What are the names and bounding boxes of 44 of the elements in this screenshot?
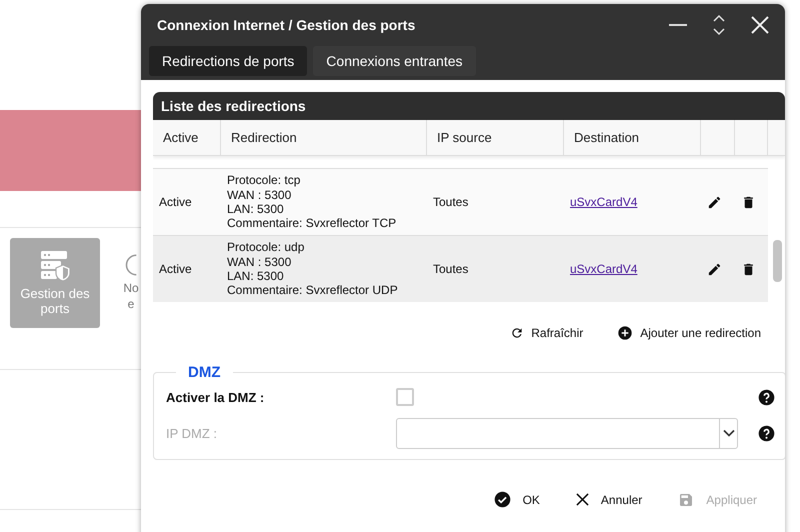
- delete-icon[interactable]: [741, 262, 756, 276]
- add-button[interactable]: Ajouter une redirection: [611, 324, 767, 342]
- table-cell-text: Toutes: [432, 195, 470, 209]
- save-icon: [678, 492, 694, 508]
- ok-button[interactable]: OK: [488, 490, 546, 509]
- tab[interactable]: Connexions entrantes: [313, 46, 476, 76]
- destination-link[interactable]: uSvxCardV4: [570, 262, 638, 276]
- table-cell-text: Active: [158, 262, 193, 276]
- add-circle-icon: [617, 325, 634, 341]
- edit-icon[interactable]: [707, 194, 722, 210]
- table-cell-text: Toutes: [432, 262, 470, 276]
- table-row[interactable]: Active Protocole: udp WAN : 5300 LAN: 5300 Commentaire: Svxreflector UDP Toutes uSvxCardV4: [153, 235, 768, 302]
- column-header: Redirection: [221, 120, 427, 155]
- scrollbar[interactable]: [773, 240, 782, 282]
- checkbox[interactable]: [396, 388, 414, 406]
- cancel-button[interactable]: Annuler: [570, 490, 648, 509]
- server-shield-icon: [39, 250, 71, 282]
- column-header: Active: [153, 120, 221, 155]
- tab[interactable]: Redirections de ports: [149, 46, 308, 76]
- help-icon[interactable]: [758, 388, 775, 406]
- table-cell-text: Protocole: udp WAN : 5300 LAN: 5300 Commentaire: Svxreflector UDP: [226, 240, 399, 298]
- section-title: DMZ: [187, 364, 222, 381]
- caret-icon: [722, 429, 734, 437]
- refresh-button[interactable]: Rafraîchir: [504, 324, 590, 342]
- check-circle-icon: [494, 491, 511, 508]
- minimize-icon[interactable]: [669, 23, 687, 27]
- field-label: IP DMZ :: [166, 426, 218, 440]
- table-cell-text: Protocole: tcp WAN : 5300 LAN: 5300 Commentaire: Svxreflector TCP: [226, 173, 398, 231]
- nav-tile[interactable]: No e: [122, 238, 140, 328]
- column-header: Destination: [564, 120, 701, 155]
- column-header: IP source: [427, 120, 564, 155]
- expand-icon[interactable]: [713, 14, 725, 36]
- refresh-icon: [510, 326, 524, 340]
- dialog-title: Connexion Internet / Gestion des ports: [157, 17, 416, 33]
- help-icon[interactable]: [758, 424, 775, 442]
- list-header: Liste des redirections: [153, 92, 785, 120]
- close-icon: [576, 493, 589, 506]
- delete-icon[interactable]: [741, 194, 756, 210]
- table-cell-text: Active: [158, 195, 193, 209]
- table-row[interactable]: Active Protocole: tcp WAN : 5300 LAN: 5300 Commentaire: Svxreflector TCP Toutes uSvxCardV4: [153, 168, 768, 235]
- destination-link[interactable]: uSvxCardV4: [570, 195, 638, 209]
- close-icon[interactable]: [751, 16, 769, 34]
- field-label: Activer la DMZ :: [166, 390, 266, 404]
- edit-icon[interactable]: [707, 262, 722, 276]
